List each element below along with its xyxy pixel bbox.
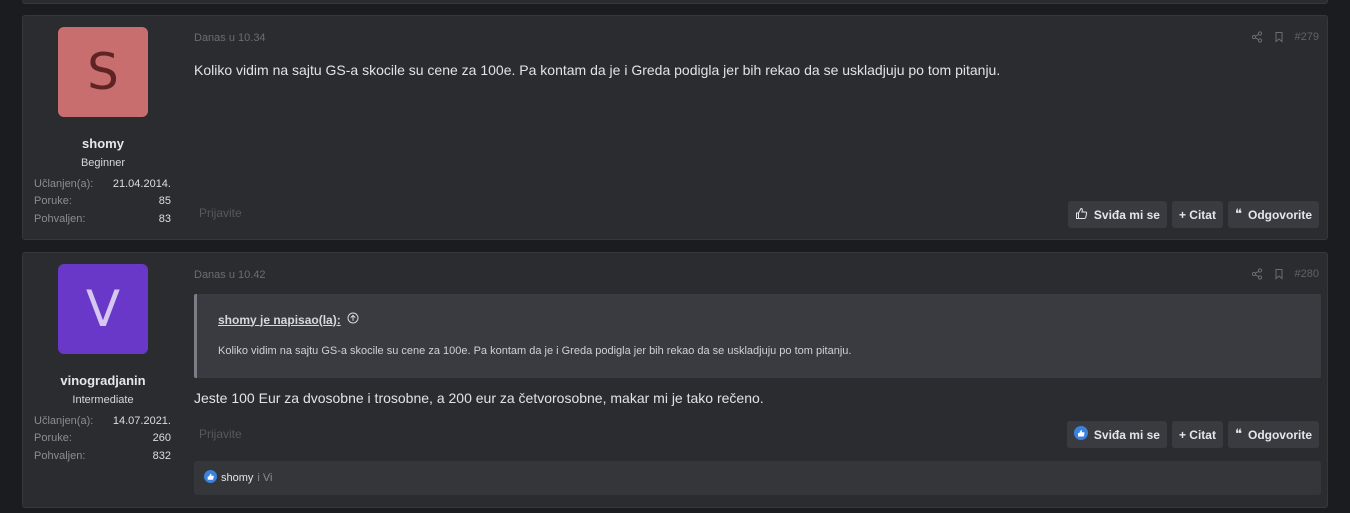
reactions-rest: i Vi [257,472,273,484]
joined-value: 21.04.2014. [112,178,171,190]
post-number[interactable]: #280 [1295,268,1319,280]
quote-author[interactable]: shomy je napisao(la): [218,312,359,327]
report-link[interactable]: Prijavite [199,206,242,220]
quote-button[interactable]: + Citat [1171,421,1223,448]
joined-value: 14.07.2021. [112,415,171,427]
post-number[interactable]: #279 [1295,31,1319,43]
user-messages: Poruke: 85 [34,195,171,207]
user-praised: Pohvaljen: 83 [34,213,171,225]
user-rank: Intermediate [72,394,134,406]
avatar[interactable]: V [58,264,148,354]
previous-post-edge [22,0,1328,4]
arrow-up-circle-icon[interactable] [347,312,359,327]
user-messages: Poruke: 260 [34,432,171,444]
like-button[interactable]: Sviđa mi se [1067,201,1167,228]
like-reaction-icon [204,470,217,486]
messages-label: Poruke: [34,432,72,444]
post-tools: #279 [1251,31,1319,43]
share-icon[interactable] [1251,31,1263,43]
quote-button[interactable]: + Citat [1171,201,1223,228]
like-label: Sviđa mi se [1093,427,1160,442]
like-label: Sviđa mi se [1093,207,1160,222]
praised-value: 832 [152,450,171,462]
user-info: S shomy Beginner Učlanjen(a): 21.04.2014… [23,16,183,239]
post-message: Jeste 100 Eur za dvosobne i trosobne, a … [194,390,764,406]
quote-author-label[interactable]: shomy je napisao(la): [218,313,341,327]
quote-text: Koliko vidim na sajtu GS-a skocile su ce… [218,345,852,357]
post-date[interactable]: Danas u 10.34 [194,32,266,44]
messages-label: Poruke: [34,195,72,207]
post-date[interactable]: Danas u 10.42 [194,269,266,281]
user-praised: Pohvaljen: 832 [34,450,171,462]
quote-icon: ❝ [1234,427,1242,442]
report-link[interactable]: Prijavite [199,427,242,441]
user-rank: Beginner [80,157,126,169]
reply-button[interactable]: ❝ Odgovorite [1227,421,1319,448]
post-actions: Sviđa mi se + Citat ❝ Odgovorite [1066,421,1319,448]
username[interactable]: vinogradjanin [23,373,183,388]
quote-icon: ❝ [1234,207,1242,222]
like-reaction-icon [1073,426,1088,443]
reply-button[interactable]: ❝ Odgovorite [1227,201,1319,228]
joined-label: Učlanjen(a): [34,415,94,427]
praised-value: 83 [158,213,171,225]
share-icon[interactable] [1251,268,1263,280]
bookmark-icon[interactable] [1273,268,1285,280]
praised-label: Pohvaljen: [34,450,86,462]
user-joined: Učlanjen(a): 14.07.2021. [34,415,171,427]
quote-block: shomy je napisao(la): Koliko vidim na sa… [194,294,1321,378]
user-joined: Učlanjen(a): 21.04.2014. [34,178,171,190]
post-message: Koliko vidim na sajtu GS-a skocile su ce… [194,62,1001,78]
avatar[interactable]: S [58,27,148,117]
messages-value: 260 [152,432,171,444]
reply-label: Odgovorite [1247,207,1312,222]
joined-label: Učlanjen(a): [34,178,94,190]
post-tools: #280 [1251,268,1319,280]
praised-label: Pohvaljen: [34,213,86,225]
bookmark-icon[interactable] [1273,31,1285,43]
username[interactable]: shomy [23,136,183,151]
reactions-user[interactable]: shomy [221,472,253,484]
post-actions: Sviđa mi se + Citat ❝ Odgovorite [1067,201,1319,228]
post-280: V vinogradjanin Intermediate Učlanjen(a)… [22,252,1328,508]
post-279: S shomy Beginner Učlanjen(a): 21.04.2014… [22,15,1328,240]
like-button[interactable]: Sviđa mi se [1066,421,1167,448]
thumbs-up-icon [1075,207,1088,223]
user-info: V vinogradjanin Intermediate Učlanjen(a)… [23,253,183,507]
reactions-bar[interactable]: shomy i Vi [194,461,1321,495]
messages-value: 85 [158,195,171,207]
reply-label: Odgovorite [1247,427,1312,442]
